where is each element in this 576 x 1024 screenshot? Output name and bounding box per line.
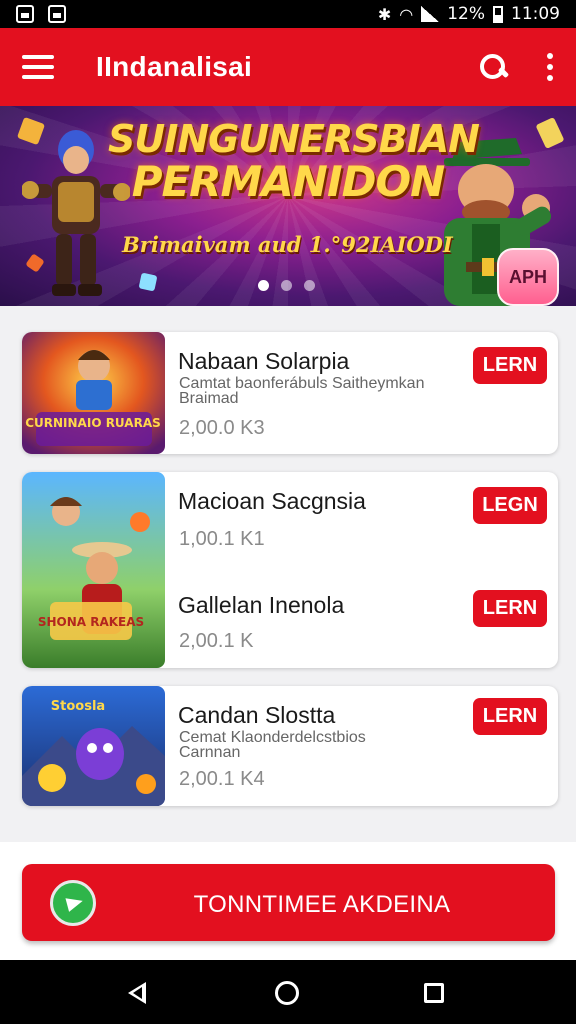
item-description: Cemat Klaonderdelcstbios xyxy=(179,729,366,746)
carousel-dot[interactable] xyxy=(281,280,292,291)
status-right: ✱ ◠ 12% 11:09 xyxy=(378,4,560,24)
app-bar: IIndanalisai xyxy=(0,28,576,106)
banner-app-badge[interactable]: APH xyxy=(497,248,559,306)
app-actions xyxy=(478,52,554,82)
wifi-icon: ◠ xyxy=(399,4,414,24)
item-description: Camtat baonferábuls Saitheymkan xyxy=(179,375,425,392)
clock: 11:09 xyxy=(511,4,560,24)
list-item[interactable]: Stoosla Candan Slostta Cemat Klaonderdel… xyxy=(22,686,558,806)
item-description-secondary: Carnnan xyxy=(179,744,241,761)
image-icon xyxy=(48,5,66,23)
banner-headline-line2: PERMANIDON xyxy=(131,156,446,206)
carousel-dot[interactable] xyxy=(258,280,269,291)
thumbnail-title-text: CURNINAIO RUARAS xyxy=(25,416,161,430)
bug-icon: ✱ xyxy=(377,4,392,24)
menu-icon[interactable] xyxy=(22,55,54,79)
list-item-group[interactable]: SHONA RAKEAS Macioan Sacgnsia 1,00.1 K1 … xyxy=(22,472,558,668)
learn-button[interactable]: LERN xyxy=(473,590,547,627)
banner-headline-line1: SUINGUNERSBIAN xyxy=(108,117,480,161)
back-icon[interactable] xyxy=(128,982,146,1004)
recent-apps-icon[interactable] xyxy=(424,983,444,1003)
item-meta: 2,00.0 K3 xyxy=(179,417,265,439)
item-meta: 1,00.1 K1 xyxy=(179,528,265,550)
list-item[interactable]: CURNINAIO RUARAS Nabaan Solarpia Camtat … xyxy=(22,332,558,454)
more-vert-icon[interactable] xyxy=(546,53,554,81)
banner-subtitle: Brimaivam aud 1.°92IAIODI xyxy=(122,232,453,257)
primary-cta-button[interactable]: TONNTIMEE AKDEINA xyxy=(22,864,555,941)
item-title: Nabaan Solarpia xyxy=(178,348,350,374)
battery-percent: 12% xyxy=(447,4,485,24)
learn-button[interactable]: LEGN xyxy=(473,487,547,524)
home-icon[interactable] xyxy=(275,981,299,1005)
item-title: Macioan Sacgnsia xyxy=(178,488,366,514)
carousel-indicator xyxy=(258,280,315,291)
app-title: IIndanalisai xyxy=(96,51,253,82)
item-description-secondary: Braimad xyxy=(179,390,239,407)
item-meta: 2,00.1 K xyxy=(179,630,254,652)
search-icon[interactable] xyxy=(478,52,508,82)
status-left-icons xyxy=(16,5,66,23)
play-icon xyxy=(50,880,96,926)
thumbnail-title-text: Stoosla xyxy=(51,699,105,714)
carousel-dot[interactable] xyxy=(304,280,315,291)
thumbnail-title-text: SHONA RAKEAS xyxy=(38,615,144,629)
banner-headline: SUINGUNERSBIAN PERMANIDON xyxy=(108,117,480,206)
signal-icon xyxy=(421,6,440,22)
system-navigation-bar xyxy=(0,960,576,1024)
item-title: Candan Slostta xyxy=(178,702,336,728)
game-thumbnail: SHONA RAKEAS xyxy=(22,472,165,668)
cta-label: TONNTIMEE AKDEINA xyxy=(193,891,451,918)
gem-decoration xyxy=(138,272,158,292)
item-meta: 2,00.1 K4 xyxy=(179,768,265,790)
battery-icon xyxy=(493,5,503,23)
photo-icon xyxy=(16,5,34,23)
status-bar: ✱ ◠ 12% 11:09 xyxy=(0,0,576,28)
game-thumbnail: CURNINAIO RUARAS xyxy=(22,332,165,454)
promo-banner[interactable]: SUINGUNERSBIAN PERMANIDON Brimaivam aud … xyxy=(0,106,576,306)
learn-button[interactable]: LERN xyxy=(473,698,547,735)
learn-button[interactable]: LERN xyxy=(473,347,547,384)
item-title: Gallelan Inenola xyxy=(178,592,345,618)
game-thumbnail: Stoosla xyxy=(22,686,165,806)
